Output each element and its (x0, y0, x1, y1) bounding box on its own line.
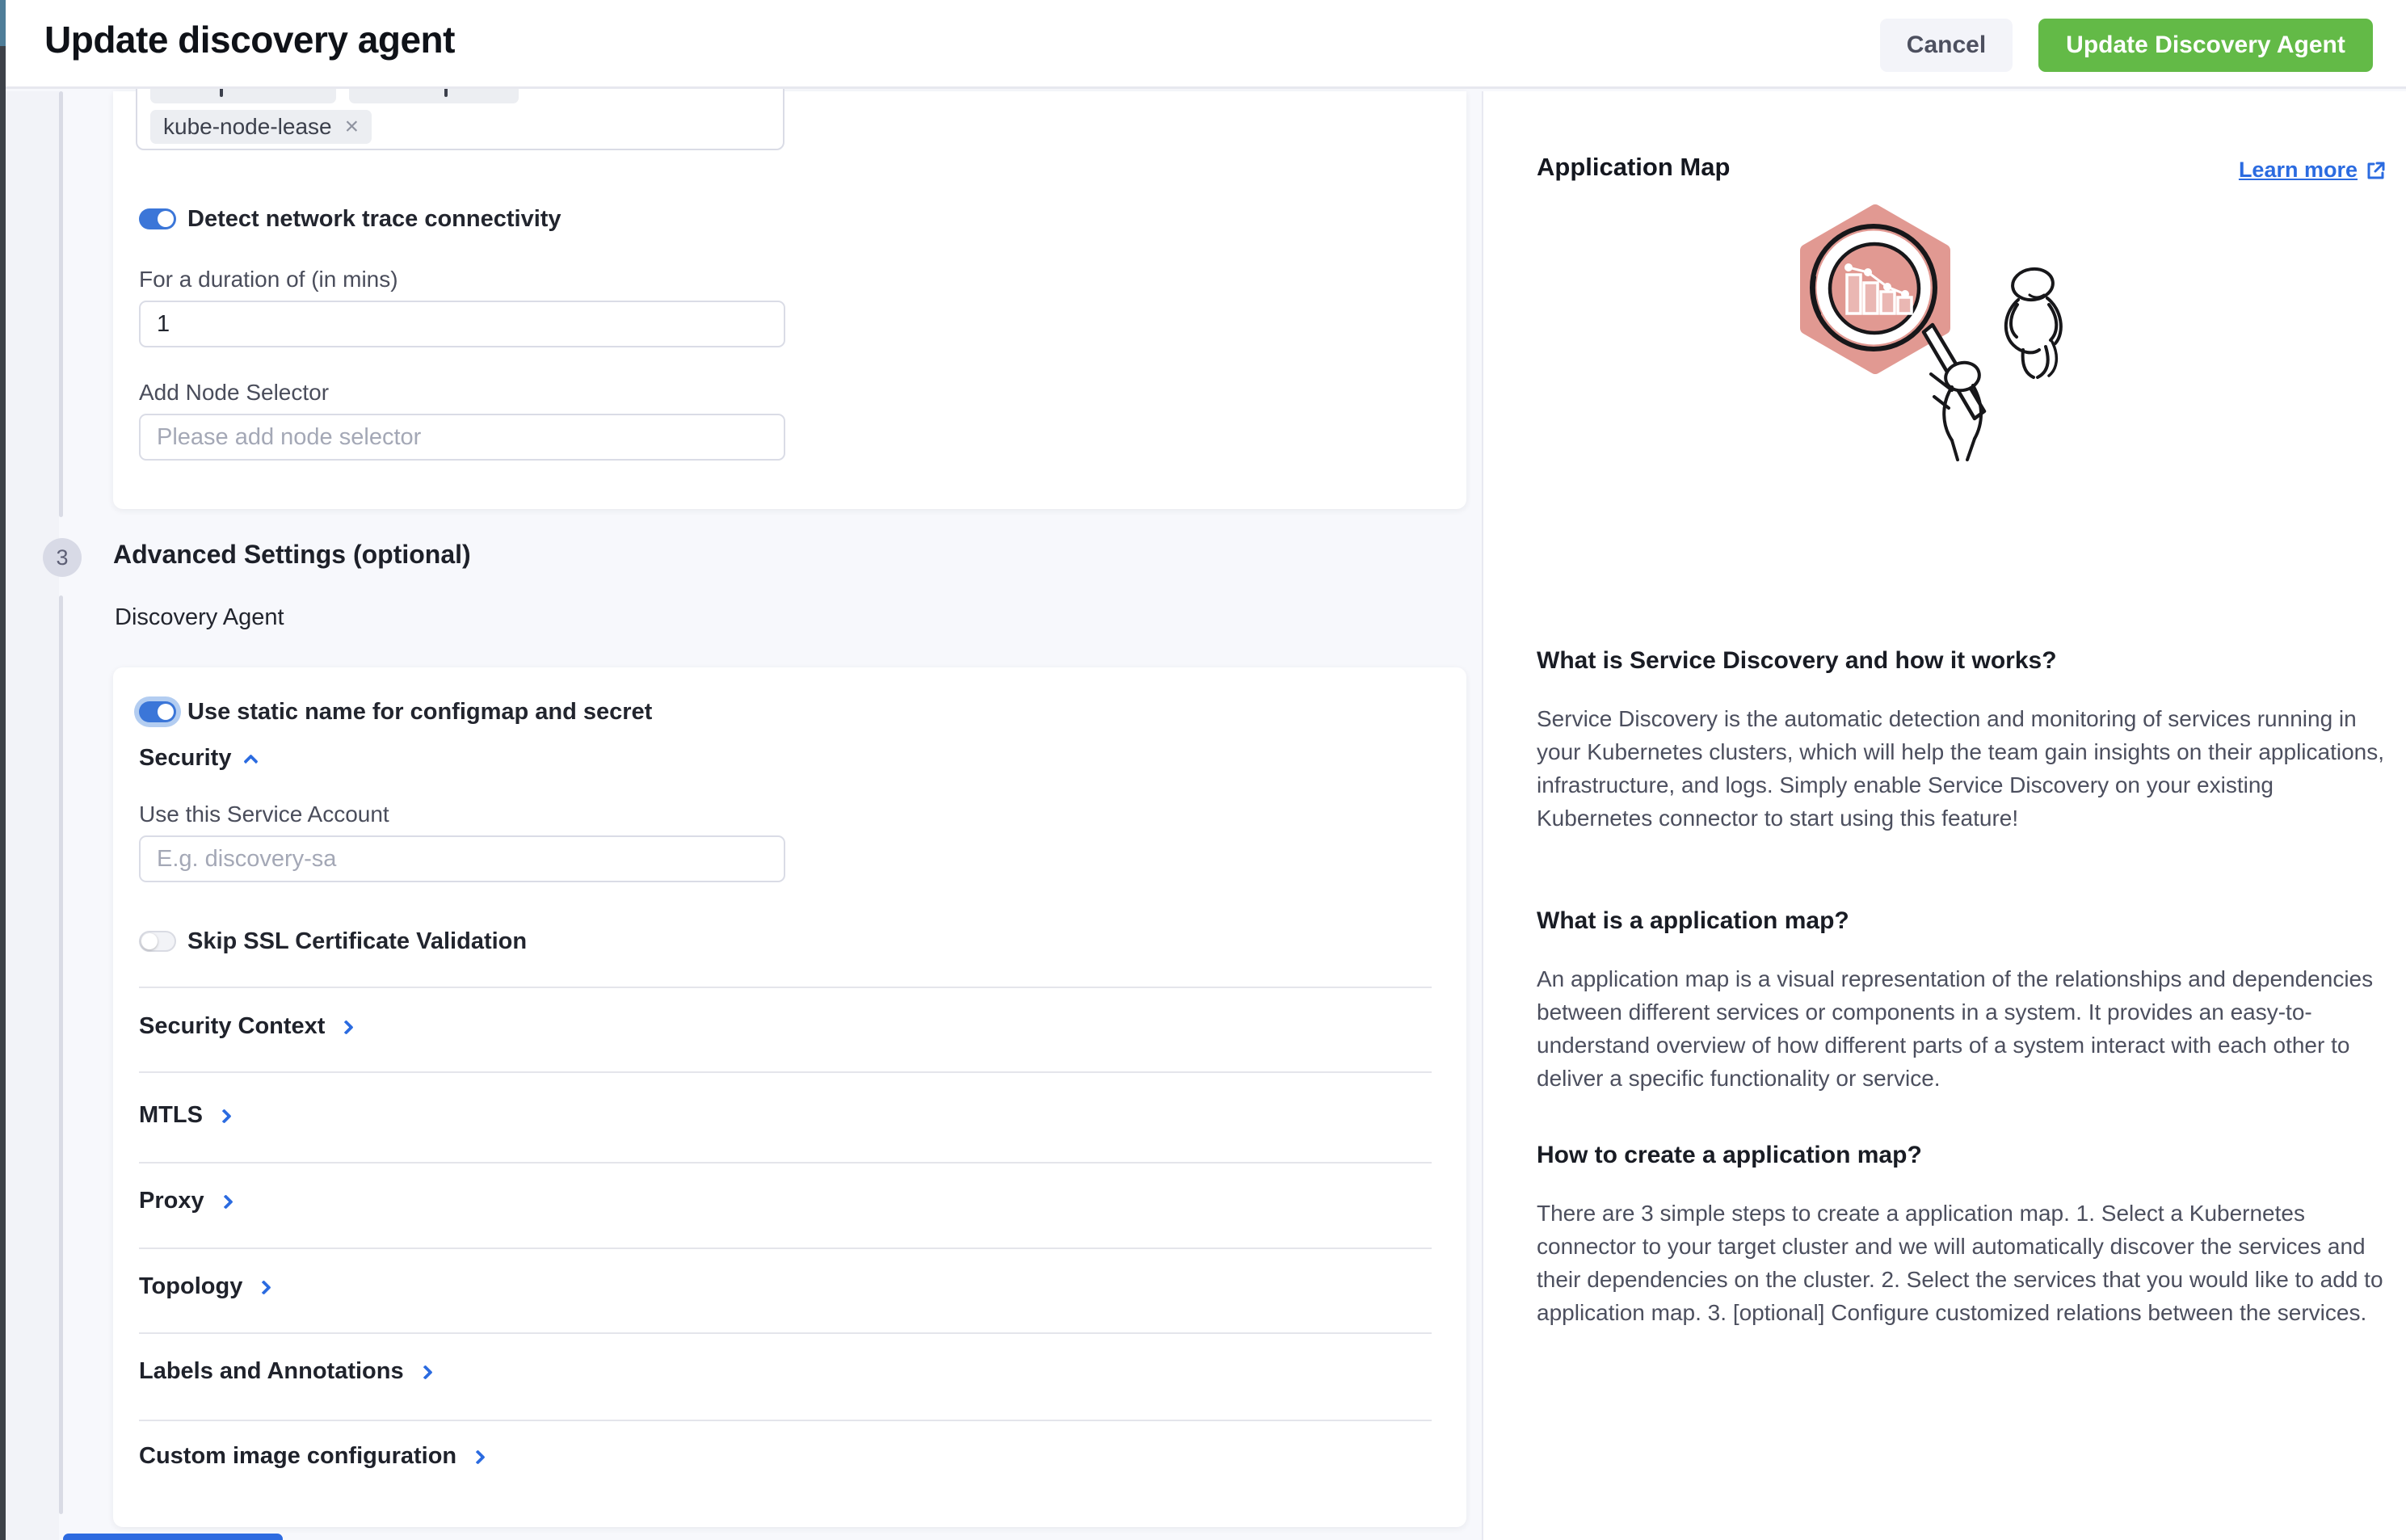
update-discovery-agent-button[interactable]: Update Discovery Agent (2038, 19, 2373, 72)
panel-section-heading: What is Service Discovery and how it wor… (1537, 647, 2057, 675)
static-name-toggle-label: Use static name for configmap and secret (187, 699, 652, 726)
security-section-toggle[interactable]: Security (139, 745, 256, 772)
discovery-agent-subtitle: Discovery Agent (115, 604, 284, 631)
panel-section-body: An application map is a visual represent… (1537, 962, 2390, 1095)
security-section-label: Security (139, 745, 231, 772)
divider (139, 1420, 1432, 1421)
chevron-right-icon (257, 1280, 271, 1294)
chevron-right-icon (339, 1020, 354, 1034)
section-label: MTLS (139, 1102, 203, 1129)
namespace-tag[interactable]: kube-node-lease × (150, 110, 372, 144)
next-button-peek[interactable] (63, 1534, 283, 1540)
service-account-label: Use this Service Account (139, 802, 389, 827)
proxy-section[interactable]: Proxy (139, 1188, 231, 1214)
application-map-panel: Application Map Learn more (1482, 91, 2406, 1540)
panel-section-body: Service Discovery is the automatic detec… (1537, 702, 2390, 835)
skip-ssl-label: Skip SSL Certificate Validation (187, 928, 527, 955)
custom-image-section[interactable]: Custom image configuration (139, 1443, 483, 1470)
page-title: Update discovery agent (44, 18, 455, 61)
advanced-settings-title: Advanced Settings (optional) (113, 540, 471, 570)
topology-section[interactable]: Topology (139, 1273, 269, 1300)
cancel-button[interactable]: Cancel (1880, 19, 2013, 72)
learn-more-link[interactable]: Learn more (2239, 158, 2387, 183)
step-connector-line (59, 595, 63, 1514)
mtls-section[interactable]: MTLS (139, 1102, 229, 1129)
divider (139, 1162, 1432, 1163)
background-nav-sliver (0, 0, 6, 46)
update-discovery-agent-drawer: Update discovery agent Cancel Update Dis… (0, 0, 2406, 1540)
security-context-section[interactable]: Security Context (139, 1013, 351, 1040)
chevron-right-icon (418, 1365, 432, 1379)
panel-section-heading: What is a application map? (1537, 907, 1849, 935)
section-label: Security Context (139, 1013, 325, 1040)
chevron-up-icon (244, 754, 259, 768)
remove-tag-icon[interactable]: × (345, 115, 360, 139)
namespace-tag-label: kube-node-lease (163, 114, 332, 140)
duration-label: For a duration of (in mins) (139, 267, 398, 292)
detect-network-trace-label: Detect network trace connectivity (187, 206, 562, 233)
chevron-right-icon (217, 1109, 231, 1123)
network-trace-card: kube-node-lease × Detect network trace c… (113, 91, 1466, 509)
divider (139, 987, 1432, 988)
duration-input[interactable] (139, 301, 785, 347)
divider (139, 1071, 1432, 1073)
section-label: Topology (139, 1273, 242, 1300)
learn-more-label: Learn more (2239, 158, 2358, 183)
skip-ssl-toggle[interactable] (139, 931, 176, 952)
panel-section-body: There are 3 simple steps to create a app… (1537, 1197, 2390, 1329)
section-label: Proxy (139, 1188, 204, 1214)
chevron-right-icon (470, 1450, 485, 1464)
static-name-toggle[interactable] (139, 701, 176, 722)
node-selector-input[interactable] (139, 414, 785, 461)
chevron-right-icon (218, 1194, 233, 1209)
drawer-header: Update discovery agent Cancel Update Dis… (6, 0, 2406, 89)
application-map-illustration (1790, 204, 2081, 471)
section-label: Labels and Annotations (139, 1358, 404, 1385)
external-link-icon (2366, 160, 2387, 181)
node-selector-label: Add Node Selector (139, 380, 329, 406)
section-label: Custom image configuration (139, 1443, 456, 1470)
background-page-edge (0, 0, 6, 1540)
advanced-settings-card: Use static name for configmap and secret… (113, 667, 1466, 1527)
panel-section-heading: How to create a application map? (1537, 1142, 1922, 1169)
stepper-gutter (6, 91, 59, 1540)
panel-title: Application Map (1537, 153, 1730, 182)
step-connector-line (59, 91, 63, 517)
service-account-input[interactable] (139, 835, 785, 882)
divider (139, 1332, 1432, 1334)
step-3-badge: 3 (43, 538, 82, 577)
divider (139, 1248, 1432, 1249)
labels-annotations-section[interactable]: Labels and Annotations (139, 1358, 431, 1385)
detect-network-trace-toggle[interactable] (139, 208, 176, 229)
